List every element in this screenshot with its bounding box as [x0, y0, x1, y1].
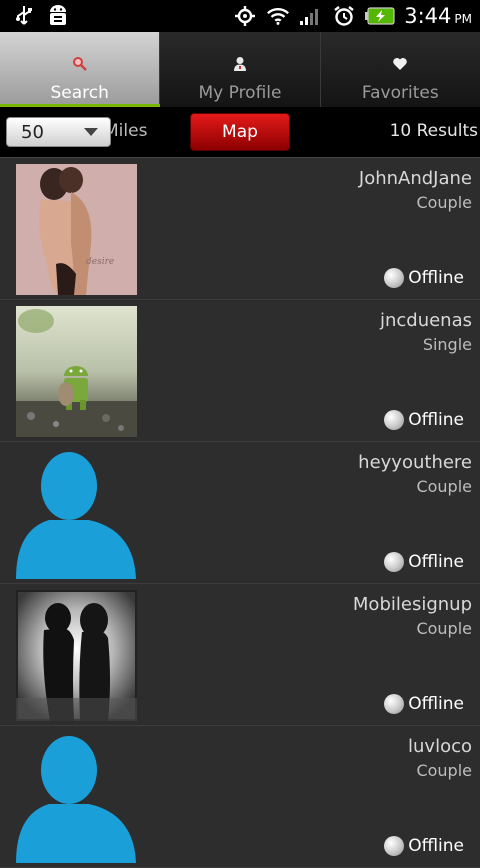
- android-debug-icon: [46, 4, 70, 28]
- profile-username: heyyouthere: [358, 452, 472, 473]
- status-indicator-icon: [384, 268, 405, 288]
- person-icon: [233, 51, 247, 77]
- default-avatar-icon: [14, 732, 138, 863]
- wifi-icon: [266, 4, 290, 28]
- clock-ampm: PM: [454, 12, 472, 26]
- status-text: Offline: [408, 410, 464, 430]
- clock-time: 3:44: [404, 4, 452, 28]
- gps-icon: [233, 4, 257, 28]
- distance-value: 50: [21, 121, 44, 143]
- status-indicator-icon: [384, 836, 405, 856]
- alarm-icon: [332, 4, 356, 28]
- profile-username: Mobilesignup: [352, 594, 472, 615]
- online-status: Offline: [384, 552, 464, 572]
- list-item[interactable]: desire JohnAndJane Couple Offline: [0, 158, 480, 300]
- profile-type: Couple: [416, 477, 472, 496]
- online-status: Offline: [384, 410, 464, 430]
- signal-icon: [299, 4, 323, 28]
- map-button[interactable]: Map: [190, 113, 290, 151]
- profile-type: Single: [422, 335, 472, 354]
- results-count: 10 Results: [389, 121, 478, 141]
- status-text: Offline: [408, 268, 464, 288]
- status-indicator-icon: [384, 410, 405, 430]
- usb-icon: [12, 4, 36, 28]
- status-text: Offline: [408, 694, 464, 714]
- profile-photo: [16, 590, 137, 721]
- status-text: Offline: [408, 836, 464, 856]
- distance-select[interactable]: 50: [6, 117, 111, 147]
- profile-type: Couple: [416, 761, 472, 780]
- status-indicator-icon: [384, 694, 405, 714]
- profile-username: jncduenas: [379, 310, 472, 331]
- profile-username: luvloco: [408, 736, 472, 757]
- profile-photo: desire: [16, 164, 137, 295]
- profile-list: desire JohnAndJane Couple Offline jncdue…: [0, 158, 480, 868]
- tab-my-profile[interactable]: My Profile: [160, 32, 321, 107]
- status-indicator-icon: [384, 552, 405, 572]
- default-avatar-icon: [14, 448, 138, 579]
- profile-type: Couple: [416, 193, 472, 212]
- profile-type: Couple: [416, 619, 472, 638]
- profile-username: JohnAndJane: [358, 168, 472, 189]
- battery-icon: [365, 4, 395, 28]
- tab-favorites-label: Favorites: [361, 83, 439, 103]
- list-item[interactable]: heyyouthere Couple Offline: [0, 442, 480, 584]
- online-status: Offline: [384, 836, 464, 856]
- map-button-label: Map: [222, 122, 258, 142]
- online-status: Offline: [384, 268, 464, 288]
- clock: 3:44 PM: [404, 4, 472, 28]
- profile-photo: [16, 306, 137, 437]
- filter-bar: Miles 50 Map 10 Results: [0, 107, 480, 158]
- chevron-down-icon: [84, 128, 98, 136]
- online-status: Offline: [384, 694, 464, 714]
- list-item[interactable]: luvloco Couple Offline: [0, 726, 480, 868]
- tab-bar: Search My Profile Favorites: [0, 32, 480, 107]
- search-icon: [72, 51, 88, 77]
- list-item[interactable]: jncduenas Single Offline: [0, 300, 480, 442]
- tab-favorites[interactable]: Favorites: [320, 32, 480, 107]
- tab-search[interactable]: Search: [0, 32, 161, 107]
- heart-icon: [392, 51, 408, 77]
- tab-my-profile-label: My Profile: [198, 83, 282, 103]
- status-bar: 3:44 PM: [0, 0, 480, 32]
- tab-search-label: Search: [50, 83, 109, 103]
- status-text: Offline: [408, 552, 464, 572]
- list-item[interactable]: Mobilesignup Couple Offline: [0, 584, 480, 726]
- svg-text:desire: desire: [86, 257, 114, 267]
